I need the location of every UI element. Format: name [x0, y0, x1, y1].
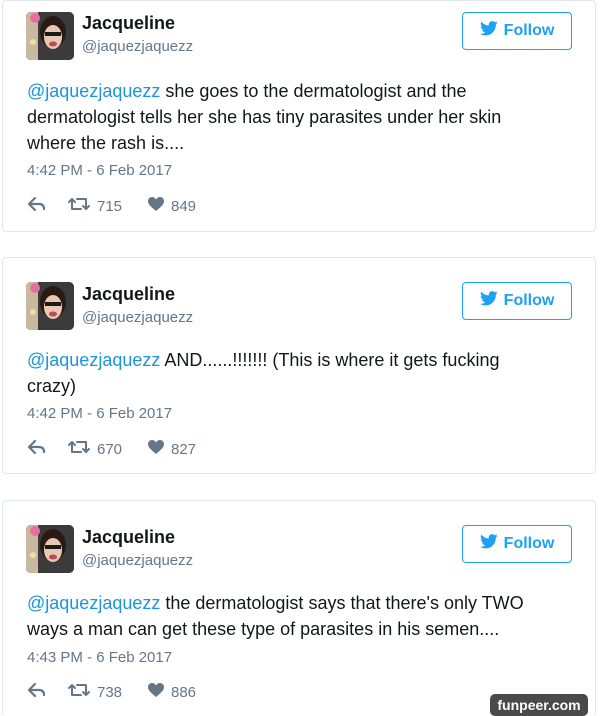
- mention-link[interactable]: @jaquezjaquezz: [27, 81, 160, 101]
- display-name[interactable]: Jacqueline: [82, 527, 175, 548]
- retweet-icon: [67, 196, 91, 216]
- bird-icon: [479, 534, 498, 554]
- tweet-card: Jacqueline @jaquezjaquezz Follow @jaquez…: [2, 500, 596, 716]
- like-button[interactable]: 827: [147, 439, 196, 459]
- retweet-count: 738: [97, 683, 123, 701]
- retweet-button[interactable]: 738: [67, 682, 147, 702]
- follow-label: Follow: [503, 292, 555, 309]
- tweet-text-line: dermatologist tells her she has tiny par…: [27, 107, 502, 127]
- follow-button[interactable]: Follow: [462, 525, 572, 563]
- retweet-count: 670: [97, 440, 123, 458]
- retweet-button[interactable]: 715: [67, 196, 147, 216]
- reply-button[interactable]: [27, 682, 67, 702]
- watermark: funpeer.com: [490, 694, 588, 716]
- reply-icon: [27, 439, 47, 459]
- tweet-actions: 738 886: [27, 682, 196, 702]
- tweet-text-line: she goes to the dermatologist and the: [160, 81, 467, 101]
- like-count: 849: [171, 197, 197, 215]
- heart-icon: [147, 196, 165, 216]
- tweet-text-line: where the rash is....: [27, 133, 185, 153]
- heart-icon: [147, 439, 165, 459]
- retweet-icon: [67, 682, 91, 702]
- heart-icon: [147, 682, 165, 702]
- tweet-actions: 715 849: [27, 196, 196, 216]
- retweet-button[interactable]: 670: [67, 439, 147, 459]
- user-handle[interactable]: @jaquezjaquezz: [82, 309, 193, 326]
- tweet-feed: Jacqueline @jaquezjaquezz Follow @jaquez…: [0, 0, 608, 716]
- like-button[interactable]: 849: [147, 196, 196, 216]
- display-name[interactable]: Jacqueline: [82, 284, 175, 305]
- user-handle[interactable]: @jaquezjaquezz: [82, 552, 193, 569]
- timestamp[interactable]: 4:42 PM - 6 Feb 2017: [27, 405, 172, 422]
- tweet-text-line: crazy): [27, 376, 76, 396]
- bird-icon: [479, 291, 498, 311]
- retweet-icon: [67, 439, 91, 459]
- tweet-card: Jacqueline @jaquezjaquezz Follow @jaquez…: [2, 0, 596, 232]
- follow-button[interactable]: Follow: [462, 12, 572, 50]
- reply-icon: [27, 196, 47, 216]
- like-count: 886: [171, 683, 197, 701]
- timestamp[interactable]: 4:42 PM - 6 Feb 2017: [27, 162, 172, 179]
- mention-link[interactable]: @jaquezjaquezz: [27, 593, 160, 613]
- tweet-text-line: AND......!!!!!!! (This is where it gets …: [160, 350, 500, 370]
- tweet-actions: 670 827: [27, 439, 196, 459]
- follow-button[interactable]: Follow: [462, 282, 572, 320]
- like-count: 827: [171, 440, 197, 458]
- display-name[interactable]: Jacqueline: [82, 13, 175, 34]
- mention-link[interactable]: @jaquezjaquezz: [27, 350, 160, 370]
- tweet-text-line: the dermatologist says that there's only…: [160, 593, 524, 613]
- bird-icon: [479, 21, 498, 41]
- follow-label: Follow: [503, 535, 555, 552]
- tweet-text: @jaquezjaquezz the dermatologist says th…: [27, 590, 577, 642]
- tweet-text: @jaquezjaquezz she goes to the dermatolo…: [27, 78, 577, 156]
- reply-icon: [27, 682, 47, 702]
- tweet-text-line: ways a man can get these type of parasit…: [27, 619, 500, 639]
- tweet-text: @jaquezjaquezz AND......!!!!!!! (This is…: [27, 347, 577, 399]
- follow-label: Follow: [503, 22, 555, 39]
- avatar[interactable]: [26, 282, 74, 330]
- tweet-card: Jacqueline @jaquezjaquezz Follow @jaquez…: [2, 257, 596, 474]
- avatar[interactable]: [26, 525, 74, 573]
- avatar[interactable]: [26, 12, 74, 60]
- like-button[interactable]: 886: [147, 682, 196, 702]
- user-handle[interactable]: @jaquezjaquezz: [82, 38, 193, 55]
- reply-button[interactable]: [27, 439, 67, 459]
- reply-button[interactable]: [27, 196, 67, 216]
- timestamp[interactable]: 4:43 PM - 6 Feb 2017: [27, 649, 172, 666]
- retweet-count: 715: [97, 197, 123, 215]
